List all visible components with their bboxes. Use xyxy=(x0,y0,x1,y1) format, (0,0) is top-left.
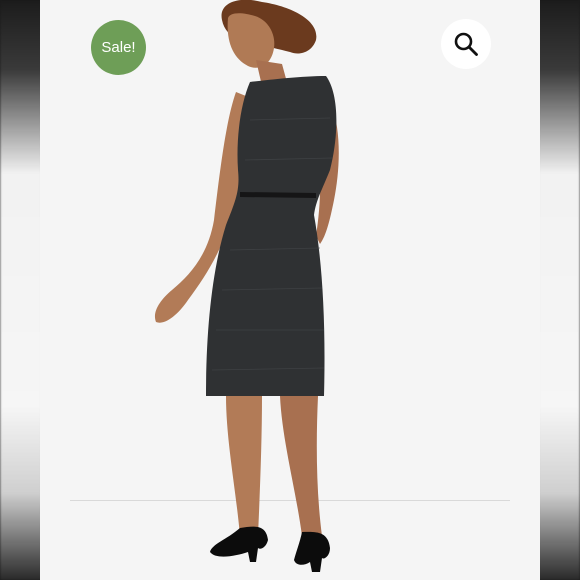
right-shoe xyxy=(294,531,330,572)
dress xyxy=(206,76,337,396)
sale-badge: Sale! xyxy=(91,20,146,75)
left-leg xyxy=(226,396,262,536)
belt xyxy=(240,192,316,198)
zoom-button[interactable] xyxy=(441,19,491,69)
left-shoe xyxy=(210,526,268,562)
right-leg xyxy=(280,396,322,536)
model-figure xyxy=(154,0,339,572)
sale-badge-label: Sale! xyxy=(101,39,136,56)
search-icon xyxy=(454,32,478,56)
